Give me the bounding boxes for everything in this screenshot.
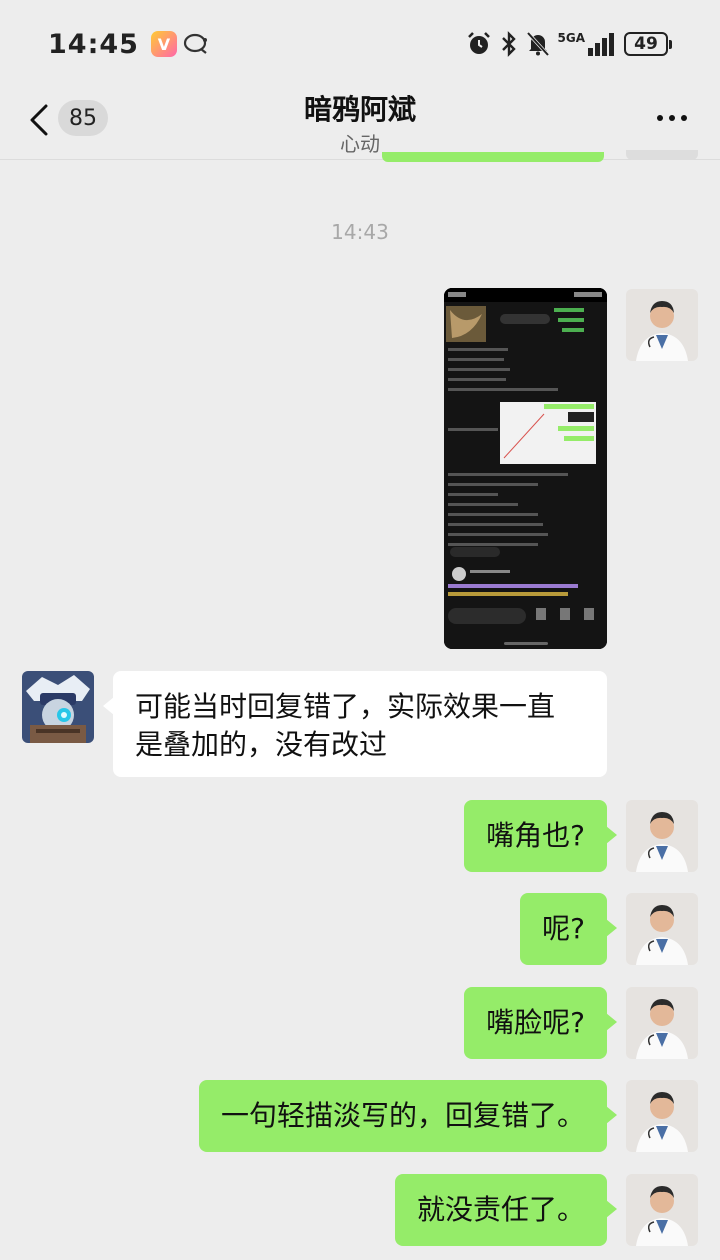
my-avatar[interactable] [626,987,698,1059]
my-avatar[interactable] [626,1174,698,1246]
my-avatar[interactable] [626,1080,698,1152]
chat-title: 暗鸦阿斌 [303,93,416,126]
image-message[interactable] [444,288,607,649]
status-bar: 14:45 V 5GA 49 [0,0,720,88]
my-message-bubble: 就没责任了。 [394,1174,618,1246]
screenshot-thumbnail [444,288,607,649]
alarm-icon [467,32,490,54]
chat-subtitle: 心动 [340,132,380,156]
more-options-icon[interactable] [652,106,692,130]
contact-avatar[interactable] [22,671,94,743]
bluetooth-icon [501,31,516,57]
signal-icon: 5GA [558,32,617,56]
message-text-line: 可能当时回复错了，实际效果一直 [135,690,556,723]
message-timestamp: 14:43 [331,220,389,244]
previous-avatar-edge [626,150,698,160]
my-avatar[interactable] [626,893,698,965]
my-avatar[interactable] [626,289,698,361]
battery-icon: 49 [624,32,672,56]
my-avatar[interactable] [626,800,698,872]
my-message-bubble: 嘴角也? [464,800,617,872]
battery-level: 49 [624,32,668,56]
chat-bubble-icon [183,33,207,54]
chat-header: 85 暗鸦阿斌 心动 [0,88,720,160]
my-message-bubble: 呢? [520,893,617,965]
my-message-bubble: 一句轻描淡写的，回复错了。 [198,1080,618,1152]
my-message-bubble: 嘴脸呢? [464,987,617,1059]
contact-message-bubble: 可能当时回复错了，实际效果一直 是叠加的，没有改过 [103,671,607,777]
previous-message-edge [382,152,604,162]
app-icon: V [150,31,177,57]
status-time: 14:45 [48,28,139,60]
message-text-line: 是叠加的，没有改过 [135,728,388,761]
mute-icon [526,31,549,57]
